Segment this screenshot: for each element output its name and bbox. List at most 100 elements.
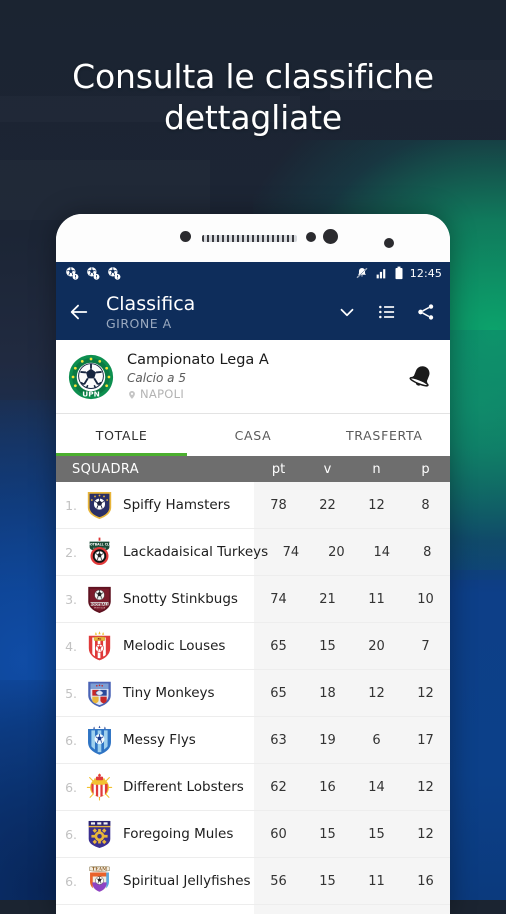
team-crest-icon (87, 491, 112, 519)
chevron-down-icon[interactable] (336, 301, 358, 323)
team-crest-icon: TEAM (89, 866, 110, 892)
competition-name: Campionato Lega A (127, 352, 269, 368)
earpiece-speaker-icon (202, 235, 297, 242)
tab-trasferta[interactable]: TRASFERTA (319, 414, 450, 456)
table-row[interactable]: 6. Foregoing Mules 60 15 15 12 (56, 811, 450, 858)
table-row[interactable]: 4. FC Melodic Louses 65 15 20 7 (56, 623, 450, 670)
background-streak (0, 160, 210, 220)
row-v: 20 (328, 544, 345, 560)
standings-table-body[interactable]: 1. Spiffy Hamsters 78 22 12 8 2. FOOTBAL… (56, 482, 450, 914)
sensor-dot-icon (306, 232, 316, 242)
app-bar: Classifica GIRONE A (56, 284, 450, 340)
row-pt: 63 (270, 732, 287, 748)
list-icon[interactable] (377, 302, 397, 322)
row-rank: 6. (65, 873, 77, 889)
row-p: 8 (421, 497, 430, 513)
row-v: 16 (319, 779, 336, 795)
row-rank: 6. (65, 826, 77, 842)
row-team-name: Tiny Monkeys (123, 685, 215, 701)
sensor-dot-icon (384, 238, 394, 248)
bell-icon[interactable] (401, 357, 440, 396)
row-rank: 6. (65, 732, 77, 748)
row-p: 7 (421, 638, 430, 654)
android-status-bar: 12:45 (56, 262, 450, 284)
row-n: 11 (368, 591, 385, 607)
table-row-partial[interactable]: SOCCER CLUB (56, 905, 450, 914)
row-pt: 74 (270, 591, 287, 607)
svg-text:SPORT CLUB: SPORT CLUB (94, 607, 106, 609)
table-row[interactable]: 3. FOOTBALL SPORT CLUB Snotty Stinkbugs … (56, 576, 450, 623)
row-n: 6 (372, 732, 381, 748)
row-p: 12 (417, 685, 434, 701)
row-v: 15 (319, 873, 336, 889)
row-n: 12 (368, 685, 385, 701)
share-icon[interactable] (416, 302, 436, 322)
row-pt: 65 (270, 638, 287, 654)
soccer-ball-notification-icon (108, 267, 121, 280)
svg-text:TEAM: TEAM (92, 867, 107, 873)
table-row[interactable]: 1. Spiffy Hamsters 78 22 12 8 (56, 482, 450, 529)
competition-location-label: NAPOLI (140, 387, 185, 401)
row-n: 12 (368, 497, 385, 513)
bell-muted-icon (356, 267, 368, 279)
tab-casa[interactable]: CASA (187, 414, 318, 456)
table-row[interactable]: 5. Tiny Monkeys 65 18 12 12 (56, 670, 450, 717)
soccer-ball-notification-icon (87, 267, 100, 280)
competition-logo: UPN (68, 354, 114, 399)
signal-bars-icon (376, 268, 386, 278)
tab-totale[interactable]: TOTALE (56, 414, 188, 456)
row-p: 16 (417, 873, 434, 889)
sensor-dot-icon (180, 231, 191, 242)
row-pt: 56 (270, 873, 287, 889)
column-header-n: n (372, 461, 381, 477)
row-rank: 3. (65, 591, 77, 607)
table-row[interactable]: 6. Different Lobsters 62 16 14 12 (56, 764, 450, 811)
competition-info: Campionato Lega A Calcio a 5 NAPOLI (127, 351, 406, 402)
phone-screen: 12:45 Classifica GIRONE A UPN Campionato… (56, 262, 450, 914)
row-rank: 1. (65, 497, 77, 513)
column-header-v: v (323, 461, 332, 477)
row-pt: 78 (270, 497, 287, 513)
app-bar-titles: Classifica GIRONE A (106, 292, 336, 331)
row-n: 14 (368, 779, 385, 795)
team-crest-icon: FOOTBALL SPORT CLUB (88, 586, 111, 613)
row-pt: 74 (282, 544, 300, 560)
front-camera-icon (323, 229, 338, 244)
app-bar-subtitle: GIRONE A (106, 315, 172, 331)
svg-text:FC: FC (98, 637, 102, 641)
competition-card[interactable]: UPN Campionato Lega A Calcio a 5 NAPOLI (56, 340, 450, 414)
row-n: 15 (368, 826, 385, 842)
table-row[interactable]: 6. TEAM Spiritual Jellyfishes 56 15 11 1… (56, 858, 450, 905)
team-crest-icon: FOOTBALL CLUB SOCCER TEAM (86, 537, 113, 566)
competition-logo-text: UPN (82, 389, 100, 398)
row-pt: 60 (270, 826, 287, 842)
standings-table-header: SQUADRA pt v n p (56, 456, 450, 482)
row-p: 8 (423, 544, 432, 560)
svg-text:FOOTBALL: FOOTBALL (90, 602, 108, 606)
row-n: 14 (373, 544, 391, 560)
row-pt: 62 (270, 779, 287, 795)
standings-tabs: TOTALE CASA TRASFERTA (56, 414, 450, 456)
column-header-p: p (421, 461, 430, 477)
team-crest-icon: FC (88, 631, 111, 661)
row-pt: 65 (270, 685, 287, 701)
row-team-name: Spiritual Jellyfishes (123, 873, 251, 889)
row-n: 11 (368, 873, 385, 889)
phone-mockup: 12:45 Classifica GIRONE A UPN Campionato… (56, 214, 450, 914)
row-team-name: Snotty Stinkbugs (123, 591, 238, 607)
row-p: 12 (417, 779, 434, 795)
competition-type: Calcio a 5 (127, 371, 186, 385)
app-bar-actions (336, 301, 436, 323)
table-row[interactable]: 6. Messy Flys 63 19 6 17 (56, 717, 450, 764)
row-team-name: Lackadaisical Turkeys (123, 544, 269, 560)
row-rank: 6. (65, 779, 77, 795)
back-arrow-icon[interactable] (68, 301, 90, 323)
row-n: 20 (368, 638, 385, 654)
row-p: 12 (417, 826, 434, 842)
table-row[interactable]: 2. FOOTBALL CLUB SOCCER TEAM Lackadaisic… (56, 529, 450, 576)
battery-icon (395, 266, 403, 280)
team-crest-icon (86, 773, 113, 801)
status-time: 12:45 (409, 266, 442, 280)
app-bar-title: Classifica (106, 292, 196, 315)
row-team-name: Spiffy Hamsters (123, 497, 231, 513)
